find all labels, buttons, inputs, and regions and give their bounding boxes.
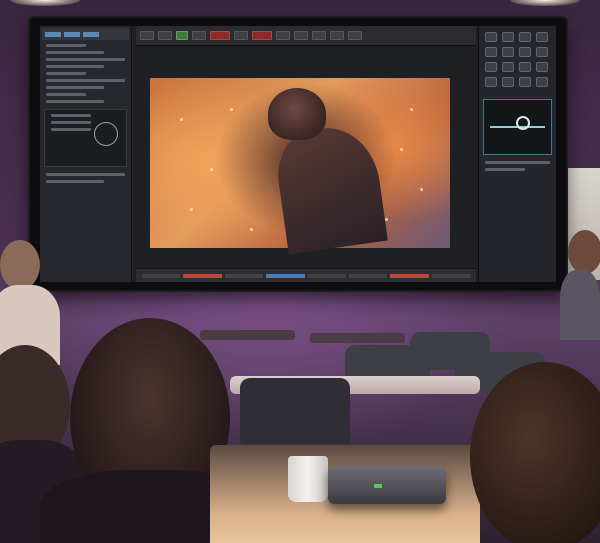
toolbar-button[interactable] <box>158 31 172 40</box>
panel-header <box>42 28 129 40</box>
toolbar-button[interactable] <box>330 31 344 40</box>
knob-control[interactable] <box>502 62 514 72</box>
top-toolbar <box>136 26 476 46</box>
knob-control[interactable] <box>536 32 548 42</box>
knob-control[interactable] <box>519 77 531 87</box>
projector <box>328 466 446 504</box>
toolbar-button[interactable] <box>234 31 248 40</box>
back-table <box>200 330 295 340</box>
back-table <box>310 333 405 343</box>
figure-silhouette <box>272 121 388 255</box>
knob-control[interactable] <box>485 32 497 42</box>
knob-control[interactable] <box>485 62 497 72</box>
knob-control[interactable] <box>519 47 531 57</box>
knob-control[interactable] <box>536 47 548 57</box>
knob-control[interactable] <box>519 62 531 72</box>
target-circle-icon <box>94 122 118 146</box>
knob-control[interactable] <box>485 47 497 57</box>
right-effects-panel <box>478 26 556 282</box>
toolbar-button[interactable] <box>312 31 326 40</box>
knob-control[interactable] <box>485 77 497 87</box>
editing-software-screen <box>40 26 556 282</box>
knob-control[interactable] <box>536 62 548 72</box>
figure-head <box>268 88 326 140</box>
left-tool-panel <box>40 26 132 282</box>
properties-box <box>44 109 127 167</box>
oscilloscope-icon <box>483 99 552 155</box>
paper-cup <box>288 456 328 502</box>
toolbar-button[interactable] <box>348 31 362 40</box>
toolbar-button[interactable] <box>192 31 206 40</box>
video-viewer <box>150 78 450 255</box>
toolbar-button[interactable] <box>252 31 272 40</box>
wall-display <box>30 18 566 290</box>
knob-grid <box>479 26 556 93</box>
knob-control[interactable] <box>536 77 548 87</box>
chair <box>240 378 350 444</box>
knob-control[interactable] <box>502 32 514 42</box>
knob-control[interactable] <box>502 47 514 57</box>
knob-control[interactable] <box>519 32 531 42</box>
toolbar-button[interactable] <box>176 31 188 40</box>
record-button[interactable] <box>210 31 230 40</box>
toolbar-button[interactable] <box>276 31 290 40</box>
toolbar-button[interactable] <box>140 31 154 40</box>
toolbar-button[interactable] <box>294 31 308 40</box>
timeline[interactable] <box>136 268 476 282</box>
power-led <box>374 484 382 488</box>
knob-control[interactable] <box>502 77 514 87</box>
